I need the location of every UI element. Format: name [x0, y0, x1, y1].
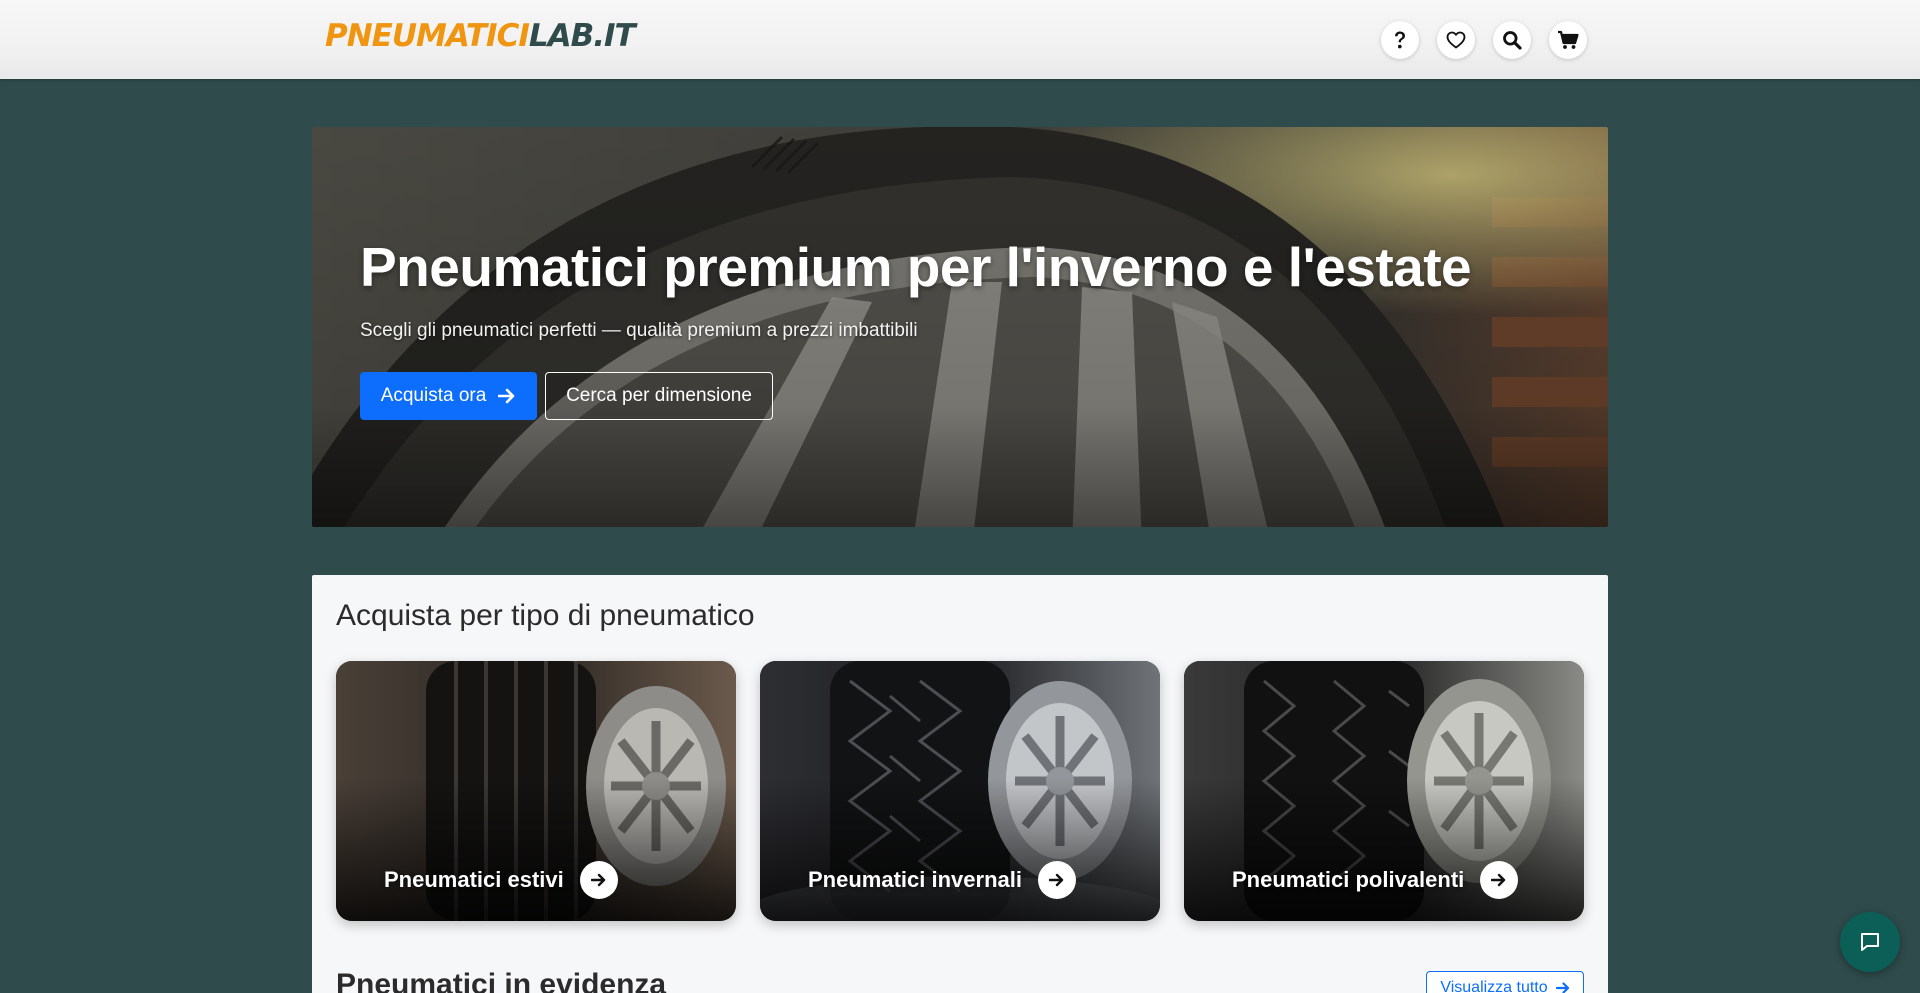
arrow-right-icon [498, 388, 515, 404]
category-section: Acquista per tipo di pneumatico Pneumati… [312, 575, 1608, 993]
heart-icon [1446, 31, 1466, 49]
arrow-right-icon [1048, 873, 1064, 887]
logo-part-1: PNEUMATICI [325, 18, 530, 54]
help-button[interactable] [1381, 21, 1419, 59]
arrow-right-icon [590, 873, 605, 887]
site-header: PNEUMATICILAB.IT [0, 0, 1920, 79]
help-icon [1395, 31, 1405, 49]
card-arrow-button[interactable] [1037, 861, 1076, 899]
hero-banner: Pneumatici premium per l'inverno e l'est… [312, 127, 1608, 527]
shop-now-label: Acquista ora [380, 385, 487, 406]
shop-now-button[interactable]: Acquista ora [360, 372, 537, 420]
arrow-right-icon [1491, 873, 1506, 887]
category-label-text: Pneumatici estivi [384, 867, 564, 892]
cart-icon [1558, 30, 1579, 49]
search-by-size-button[interactable]: Cerca per dimensione [545, 372, 773, 420]
chat-button[interactable] [1840, 912, 1900, 972]
hero-title: Pneumatici premium per l'inverno e l'est… [360, 236, 1472, 298]
category-card-all-season-label: Pneumatici polivalenti [1232, 861, 1519, 899]
category-card-all-season[interactable]: Pneumatici polivalenti [1184, 661, 1584, 921]
search-button[interactable] [1493, 21, 1531, 59]
cart-button[interactable] [1549, 21, 1587, 59]
category-card-winter[interactable]: Pneumatici invernali [760, 661, 1160, 921]
arrow-right-icon [1555, 982, 1569, 993]
site-logo[interactable]: PNEUMATICILAB.IT [325, 18, 636, 54]
search-icon [1503, 31, 1522, 50]
category-card-summer[interactable]: Pneumatici estivi [336, 661, 736, 921]
featured-section-title: Pneumatici in evidenza [336, 968, 667, 993]
wishlist-button[interactable] [1437, 21, 1475, 59]
hero-subtitle: Scegli gli pneumatici perfetti — qualità… [360, 320, 918, 341]
category-label-text: Pneumatici polivalenti [1232, 867, 1465, 892]
chat-icon [1861, 933, 1879, 951]
view-all-label: Visualizza tutto [1440, 979, 1548, 993]
view-all-button[interactable]: Visualizza tutto [1426, 971, 1584, 993]
category-label-text: Pneumatici invernali [808, 867, 1022, 892]
logo-part-2: LAB.IT [528, 18, 636, 54]
category-section-title: Acquista per tipo di pneumatico [336, 599, 755, 632]
card-arrow-button[interactable] [579, 861, 618, 899]
category-card-winter-label: Pneumatici invernali [808, 861, 1076, 899]
category-card-summer-label: Pneumatici estivi [384, 861, 618, 899]
search-by-size-label: Cerca per dimensione [566, 385, 752, 406]
card-arrow-button[interactable] [1480, 861, 1519, 899]
